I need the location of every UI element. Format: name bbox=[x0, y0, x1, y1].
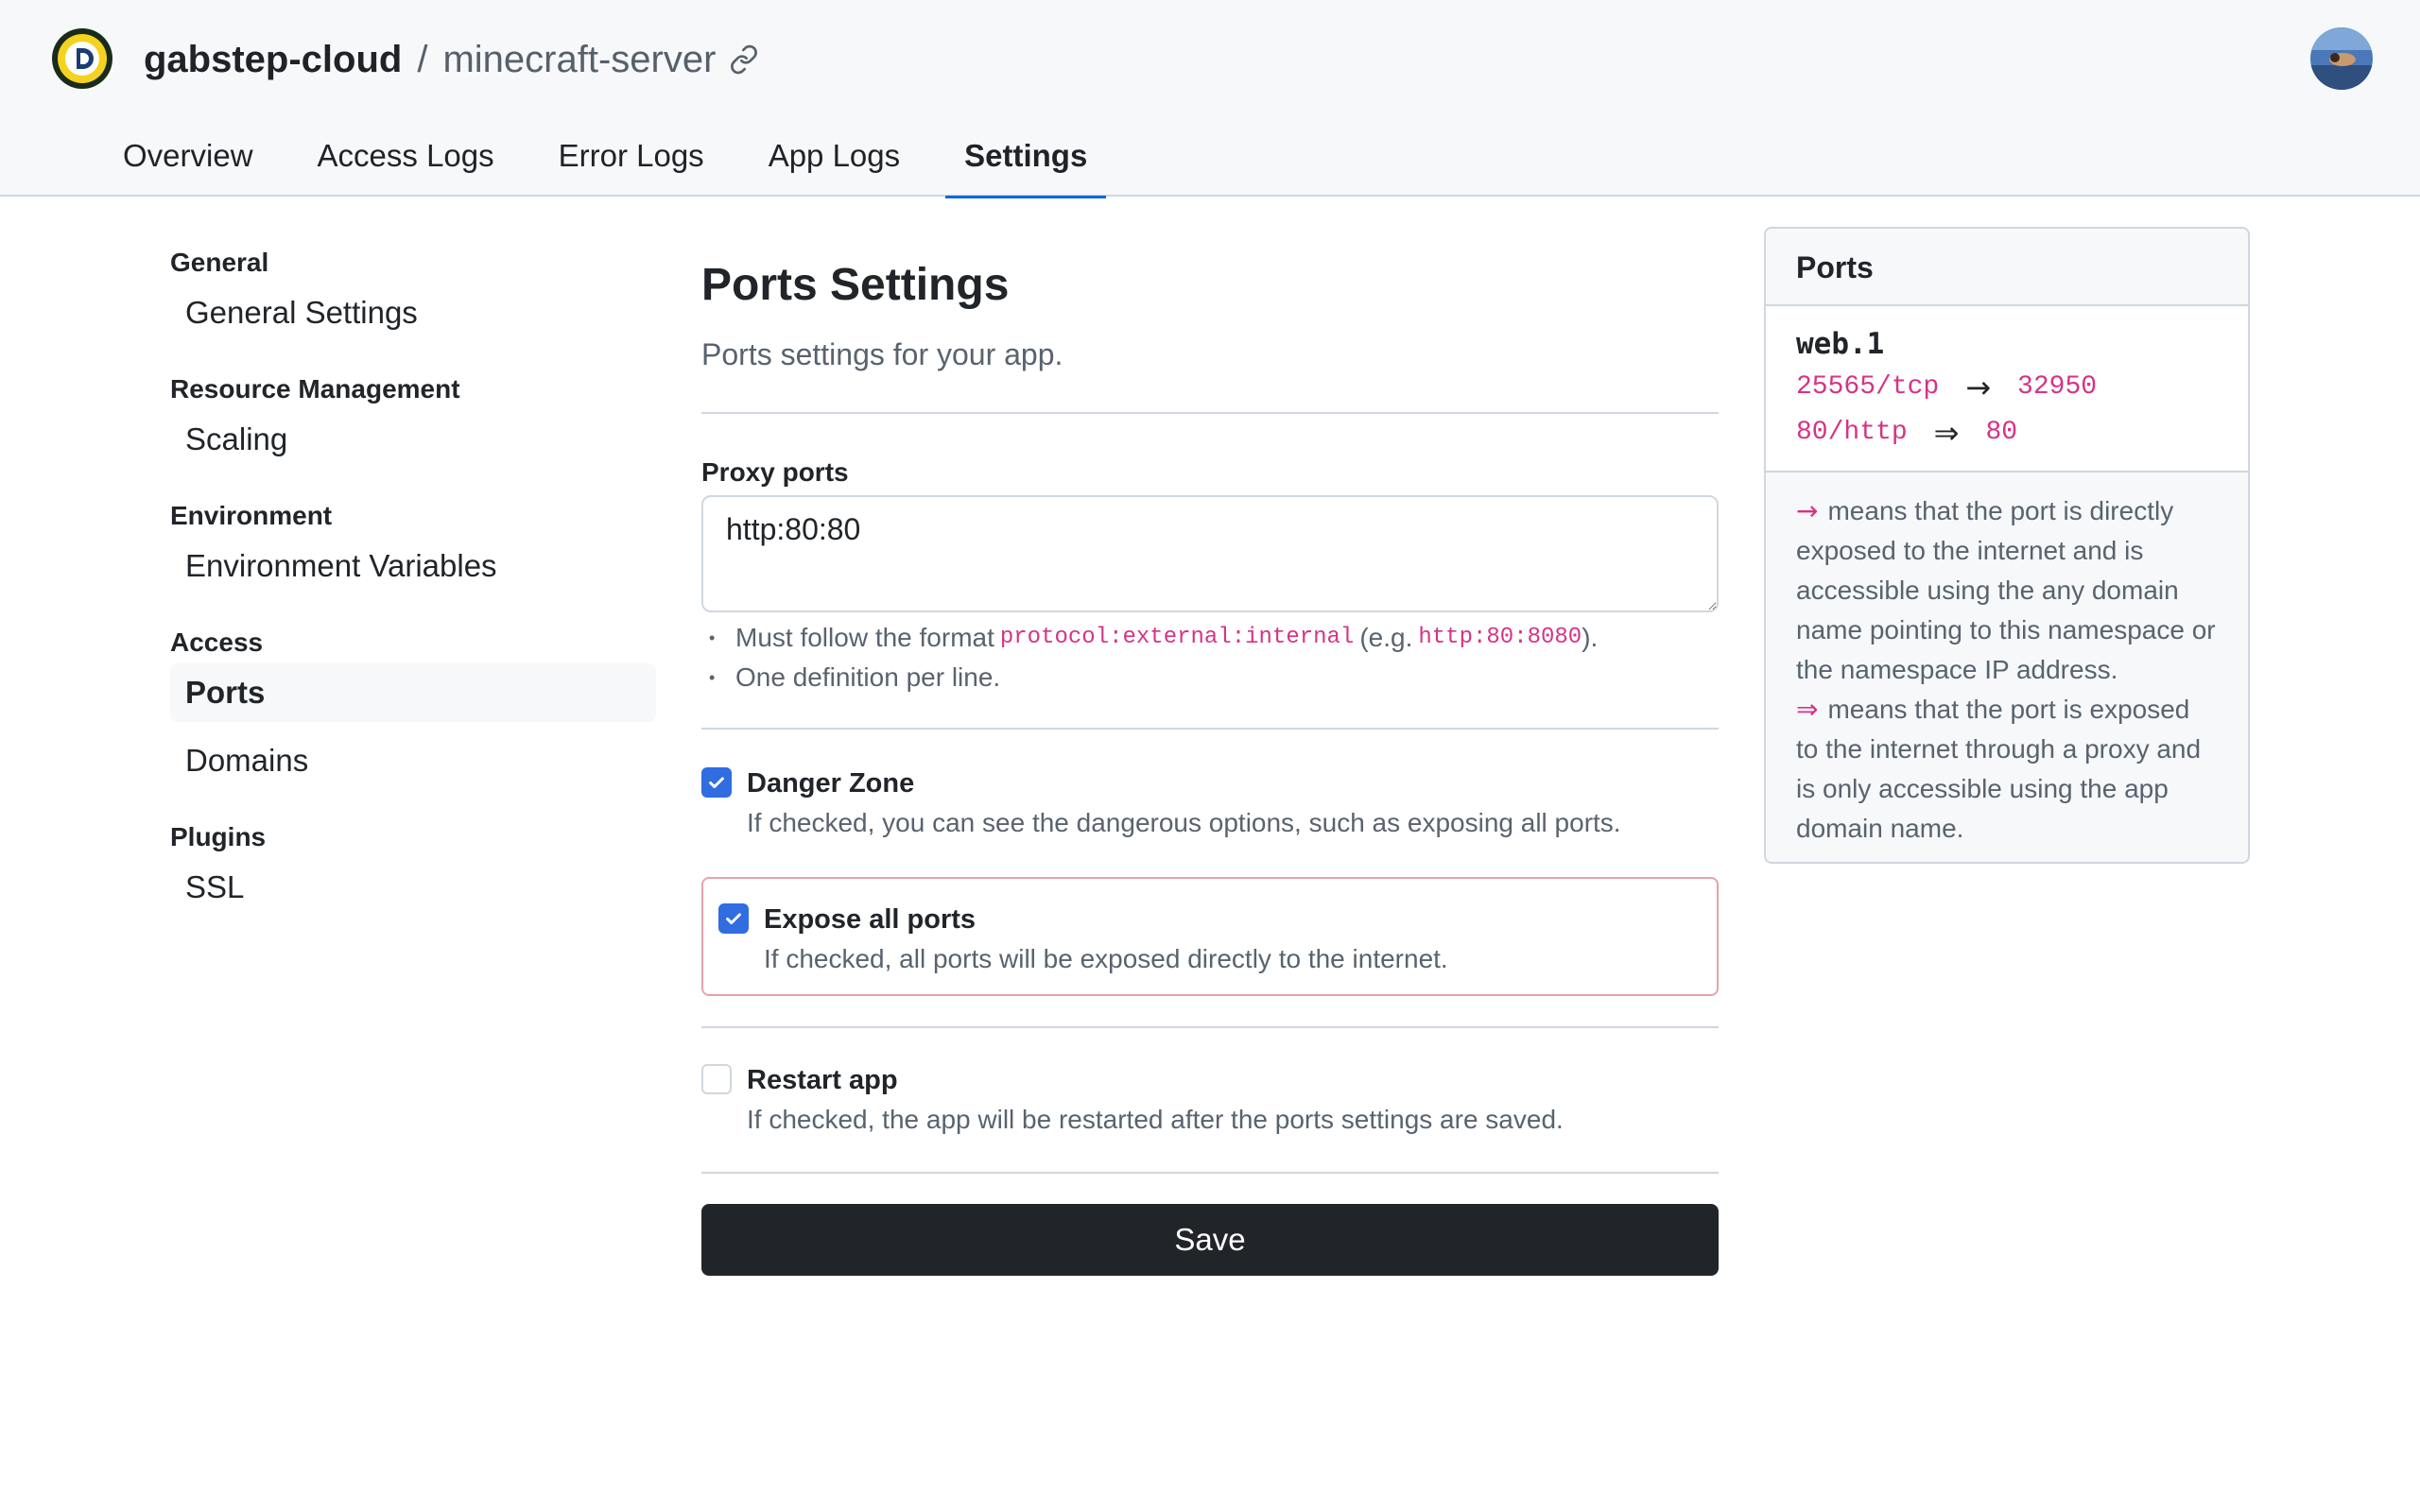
restart-app-option: Restart app If checked, the app will be … bbox=[701, 1060, 1719, 1140]
tab-overview[interactable]: Overview bbox=[104, 127, 272, 197]
page-subtitle: Ports settings for your app. bbox=[701, 337, 1063, 371]
page-title: Ports Settings bbox=[701, 260, 1010, 310]
tab-settings[interactable]: Settings bbox=[945, 127, 1107, 198]
direct-arrow-icon: → bbox=[1965, 369, 1992, 405]
user-avatar[interactable] bbox=[2310, 27, 2373, 90]
sidebar-group-resource-management: Resource Management Scaling bbox=[170, 370, 656, 469]
danger-zone-title: Danger Zone bbox=[747, 768, 915, 799]
save-button[interactable]: Save bbox=[701, 1204, 1719, 1276]
proxy-arrow-icon: ⇒ bbox=[1796, 694, 1819, 725]
expose-all-ports-title: Expose all ports bbox=[764, 904, 977, 935]
ports-info-panel: Ports web.1 25565/tcp → 32950 80/http ⇒ … bbox=[1764, 227, 2250, 864]
divider bbox=[701, 1172, 1719, 1174]
tab-error-logs[interactable]: Error Logs bbox=[540, 127, 723, 197]
sidebar-item-scaling[interactable]: Scaling bbox=[170, 410, 656, 469]
sidebar-item-environment-variables[interactable]: Environment Variables bbox=[170, 537, 656, 595]
tab-app-logs[interactable]: App Logs bbox=[750, 127, 919, 197]
danger-zone-box: Expose all ports If checked, all ports w… bbox=[701, 877, 1719, 996]
tab-bar: Overview Access Logs Error Logs App Logs… bbox=[104, 127, 1132, 198]
port-mapping-row: 80/http ⇒ 80 bbox=[1796, 410, 2218, 455]
sidebar-heading: Environment bbox=[170, 501, 333, 530]
ports-mapping-list: web.1 25565/tcp → 32950 80/http ⇒ 80 bbox=[1766, 306, 2248, 472]
proxy-ports-textarea[interactable]: http:80:80 bbox=[701, 495, 1719, 612]
sidebar-item-domains[interactable]: Domains bbox=[170, 731, 656, 790]
danger-zone-desc: If checked, you can see the dangerous op… bbox=[747, 808, 1621, 837]
bullet-icon: • bbox=[709, 628, 716, 647]
sidebar-item-general-settings[interactable]: General Settings bbox=[170, 284, 656, 342]
legend-proxy: ⇒ means that the port is exposed to the i… bbox=[1796, 694, 2202, 843]
expose-all-ports-checkbox[interactable] bbox=[718, 903, 749, 934]
checkmark-icon bbox=[709, 777, 724, 789]
ports-legend: → means that the port is directly exposed… bbox=[1766, 472, 2248, 862]
port-mapping-row: 25565/tcp → 32950 bbox=[1796, 365, 2218, 410]
sidebar-group-general: General General Settings bbox=[170, 244, 656, 342]
dokku-logo-icon[interactable] bbox=[51, 27, 113, 90]
ports-settings-form: Ports Settings Ports settings for your a… bbox=[701, 255, 1719, 1276]
expose-all-ports-option: Expose all ports If checked, all ports w… bbox=[718, 900, 1702, 979]
hint-one-per-line: • One definition per line. bbox=[701, 658, 1719, 697]
link-icon[interactable] bbox=[729, 44, 759, 75]
sidebar-heading: Plugins bbox=[170, 822, 267, 851]
format-code: protocol:external:internal bbox=[999, 625, 1355, 650]
sidebar-group-access: Access Ports Domains bbox=[170, 624, 656, 790]
process-name: web.1 bbox=[1796, 327, 1885, 361]
proxy-ports-hints: • Must follow the format protocol:extern… bbox=[701, 618, 1719, 697]
direct-arrow-icon: → bbox=[1796, 495, 1819, 526]
legend-direct: → means that the port is directly exposed… bbox=[1796, 495, 2216, 684]
settings-sidebar: General General Settings Resource Manage… bbox=[170, 244, 656, 945]
sidebar-heading: Resource Management bbox=[170, 374, 460, 404]
app-header: gabstep-cloud / minecraft-server Overvie… bbox=[0, 0, 2420, 198]
hint-format: • Must follow the format protocol:extern… bbox=[701, 618, 1719, 658]
proxy-arrow-icon: ⇒ bbox=[1933, 415, 1960, 451]
ports-panel-title: Ports bbox=[1766, 229, 2248, 306]
app-name-link[interactable]: minecraft-server bbox=[442, 39, 716, 81]
tab-access-logs[interactable]: Access Logs bbox=[299, 127, 513, 197]
proxy-ports-label: Proxy ports bbox=[701, 457, 849, 487]
breadcrumb: gabstep-cloud / minecraft-server bbox=[144, 32, 759, 87]
sidebar-group-environment: Environment Environment Variables bbox=[170, 497, 656, 595]
divider bbox=[701, 728, 1719, 730]
restart-app-desc: If checked, the app will be restarted af… bbox=[747, 1105, 1564, 1134]
sidebar-item-ssl[interactable]: SSL bbox=[170, 858, 656, 917]
divider bbox=[701, 1026, 1719, 1028]
danger-zone-option: Danger Zone If checked, you can see the … bbox=[701, 764, 1719, 843]
danger-zone-checkbox[interactable] bbox=[701, 767, 732, 798]
sidebar-item-ports[interactable]: Ports bbox=[170, 663, 656, 722]
sidebar-heading: Access bbox=[170, 627, 264, 657]
restart-app-title: Restart app bbox=[747, 1065, 898, 1095]
breadcrumb-separator: / bbox=[417, 38, 428, 80]
expose-all-ports-desc: If checked, all ports will be exposed di… bbox=[764, 944, 1448, 973]
restart-app-checkbox[interactable] bbox=[701, 1064, 732, 1094]
checkmark-icon bbox=[726, 913, 741, 925]
example-code: http:80:8080 bbox=[1418, 625, 1582, 650]
sidebar-heading: General bbox=[170, 248, 269, 277]
bullet-icon: • bbox=[709, 668, 716, 687]
org-name-link[interactable]: gabstep-cloud bbox=[144, 39, 402, 81]
divider bbox=[701, 412, 1719, 414]
sidebar-group-plugins: Plugins SSL bbox=[170, 818, 656, 917]
